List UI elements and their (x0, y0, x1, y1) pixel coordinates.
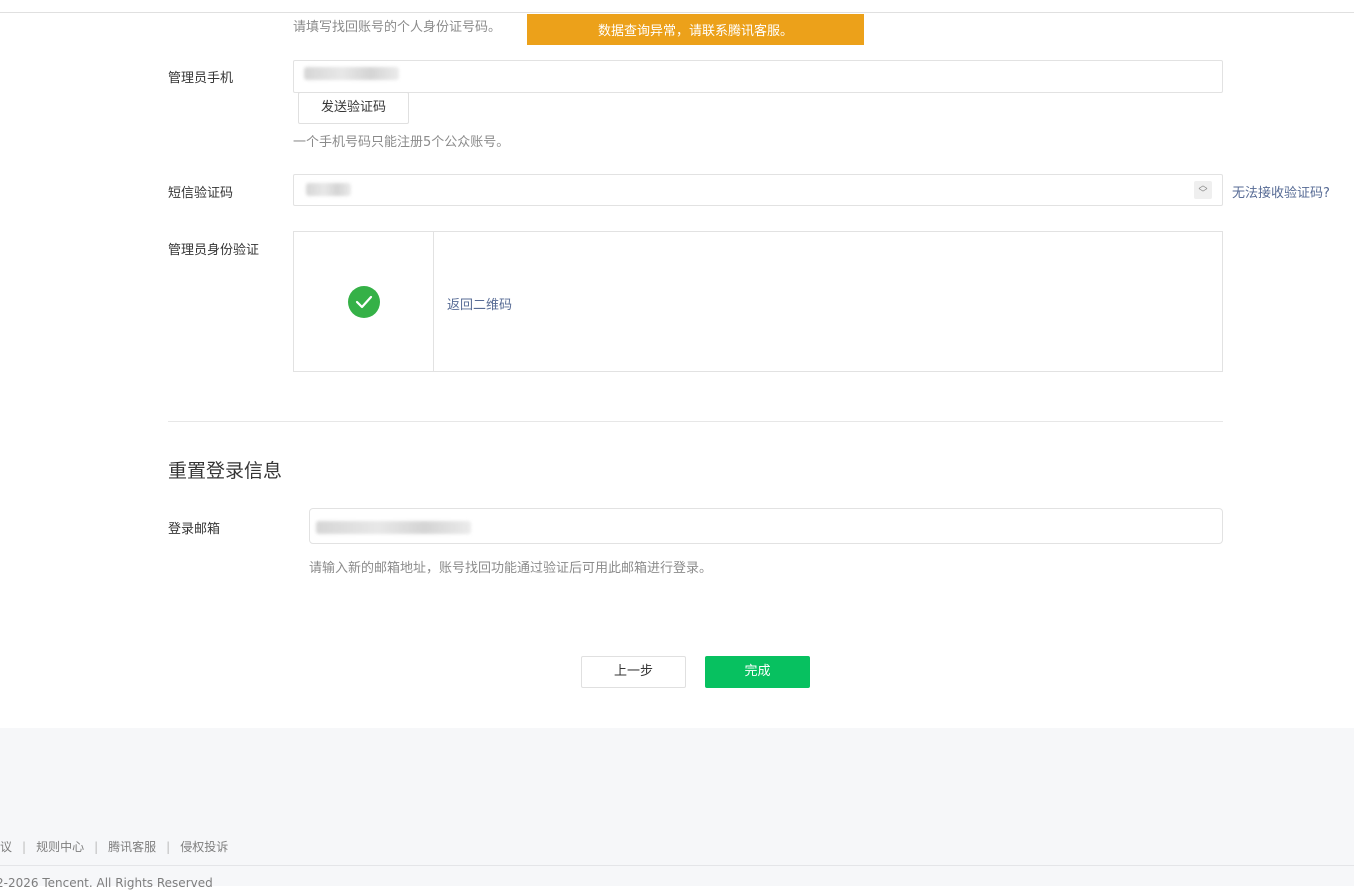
login-email-label: 登录邮箱 (168, 522, 221, 537)
footer-link-rules-center[interactable]: 规则中心 (36, 840, 84, 854)
return-qr-link[interactable]: 返回二维码 (447, 294, 512, 313)
identity-panel-divider (433, 232, 434, 371)
footer-divider (0, 865, 1354, 866)
sms-code-label: 短信验证码 (168, 186, 234, 201)
redacted-phone-number (304, 67, 399, 80)
admin-identity-label: 管理员身份验证 (168, 243, 260, 258)
section-divider (168, 421, 1223, 422)
admin-phone-input[interactable] (293, 60, 1223, 93)
prev-step-button[interactable]: 上一步 (581, 656, 686, 688)
footer-link-infringement[interactable]: 侵权投诉 (180, 840, 228, 854)
footer (0, 728, 1354, 886)
send-code-button[interactable]: 发送验证码 (298, 92, 409, 124)
email-hint: 请输入新的邮箱地址，账号找回功能通过验证后可用此邮箱进行登录。 (309, 561, 713, 576)
footer-link-tencent-support[interactable]: 腾讯客服 (108, 840, 156, 854)
top-divider (0, 12, 1354, 13)
copyright-text: 2-2026 Tencent. All Rights Reserved (0, 876, 213, 890)
error-toast: 数据查询异常，请联系腾讯客服。 (527, 14, 864, 45)
phone-hint: 一个手机号码只能注册5个公众账号。 (293, 135, 510, 150)
cannot-receive-code-link[interactable]: 无法接收验证码? (1232, 182, 1330, 201)
id-number-hint: 请填写找回账号的个人身份证号码。 (293, 20, 502, 35)
done-button[interactable]: 完成 (705, 656, 810, 688)
admin-phone-label: 管理员手机 (168, 71, 234, 86)
reset-login-title: 重置登录信息 (168, 460, 283, 482)
sms-code-input[interactable] (293, 174, 1223, 206)
footer-links: 协议|规则中心|腾讯客服|侵权投诉 (0, 838, 228, 855)
redacted-sms-code (306, 183, 351, 196)
footer-link-agreement[interactable]: 协议 (0, 840, 12, 854)
number-stepper-icon[interactable]: ︿ ﹀ (1194, 181, 1212, 199)
redacted-email (316, 521, 471, 534)
success-check-icon (348, 286, 380, 318)
error-toast-text: 数据查询异常，请联系腾讯客服。 (597, 24, 793, 39)
login-email-input[interactable] (309, 508, 1223, 544)
